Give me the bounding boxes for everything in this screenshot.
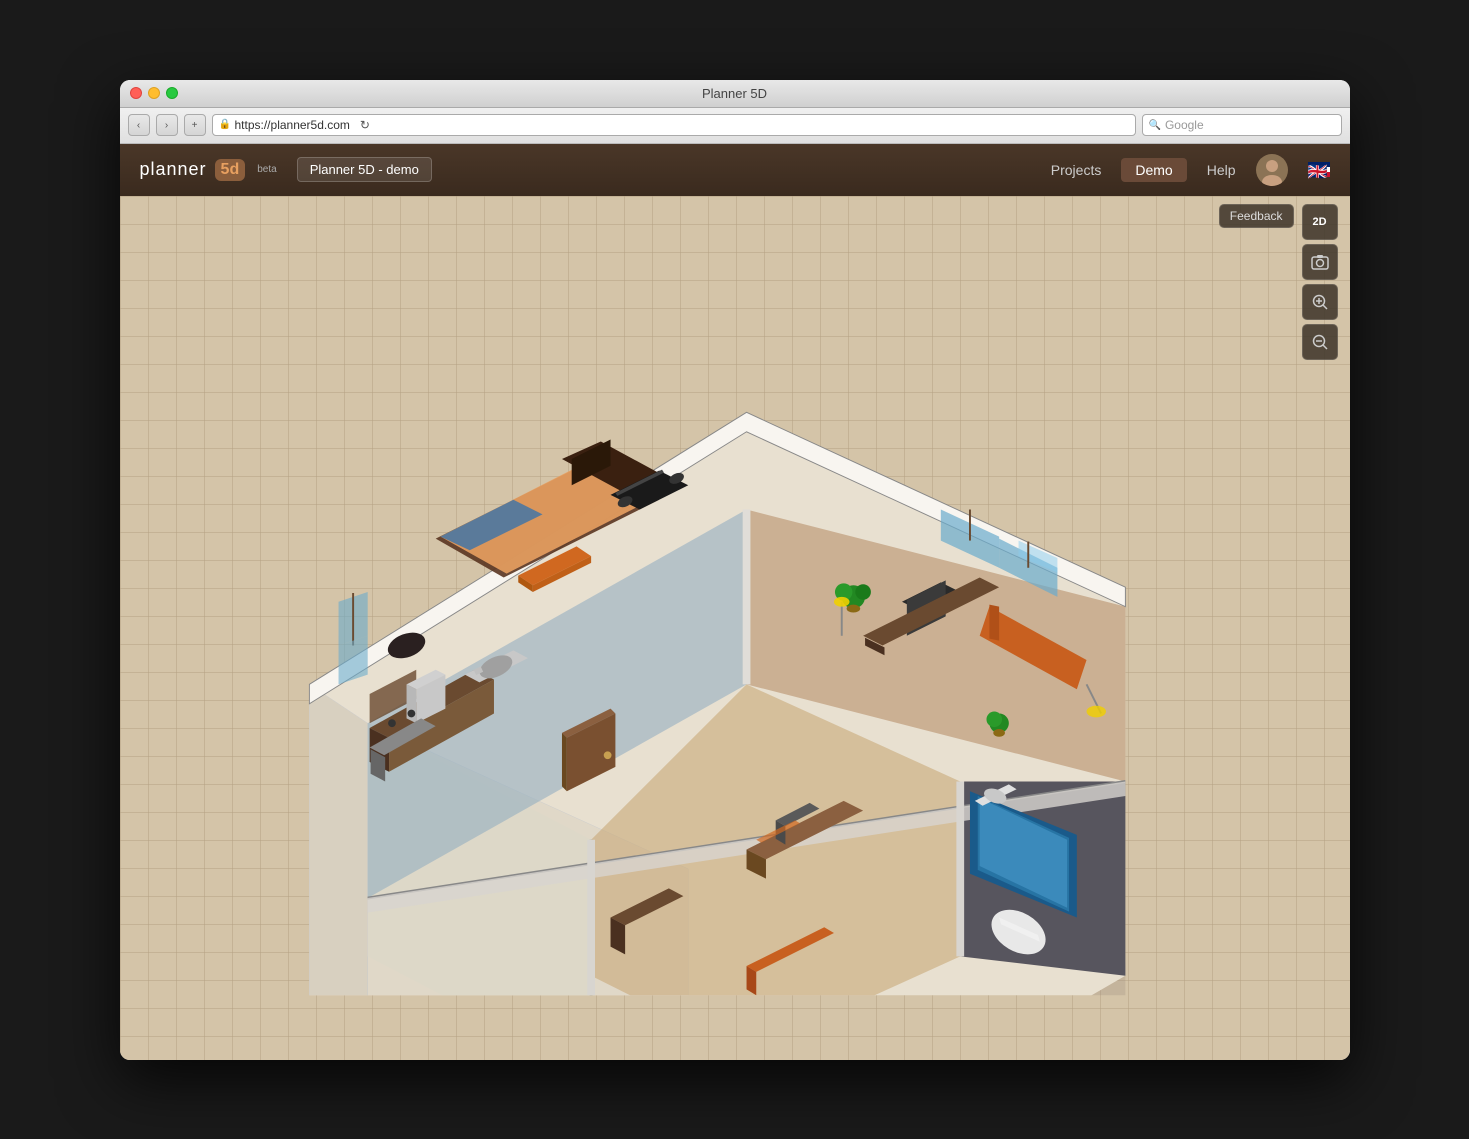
app-header: planner 5d beta Planner 5D - demo Projec…	[120, 144, 1350, 196]
maximize-button[interactable]	[166, 87, 178, 99]
language-flag[interactable]: 🇬🇧	[1308, 162, 1330, 177]
search-placeholder: Google	[1165, 118, 1204, 132]
main-content: Feedback 2D	[120, 196, 1350, 1060]
avatar[interactable]	[1256, 154, 1288, 186]
back-button[interactable]: ‹	[128, 114, 150, 136]
new-tab-button[interactable]: +	[184, 114, 206, 136]
right-toolbar: 2D	[1302, 204, 1338, 360]
header-nav: Projects Demo Help 🇬🇧	[1051, 154, 1330, 186]
window-title: Planner 5D	[702, 86, 767, 101]
zoom-out-button[interactable]	[1302, 324, 1338, 360]
close-button[interactable]	[130, 87, 142, 99]
forward-button[interactable]: ›	[156, 114, 178, 136]
logo-text: planner	[140, 159, 207, 180]
reload-button[interactable]: ↻	[356, 116, 374, 134]
feedback-button[interactable]: Feedback	[1219, 204, 1294, 228]
nav-help[interactable]: Help	[1207, 162, 1236, 178]
zoom-in-button[interactable]	[1302, 284, 1338, 320]
url-bar[interactable]: 🔒 https://planner5d.com ↻	[212, 114, 1136, 136]
screenshot-button[interactable]	[1302, 244, 1338, 280]
minimize-button[interactable]	[148, 87, 160, 99]
search-bar[interactable]: 🔍 Google	[1142, 114, 1342, 136]
title-bar: Planner 5D	[120, 80, 1350, 108]
beta-label: beta	[257, 164, 276, 175]
nav-projects[interactable]: Projects	[1051, 162, 1102, 178]
floor-plan	[277, 315, 1157, 995]
lock-icon: 🔒	[219, 119, 231, 131]
url-text: https://planner5d.com	[235, 118, 350, 132]
2d-view-button[interactable]: 2D	[1302, 204, 1338, 240]
browser-window: Planner 5D ‹ › + 🔒 https://planner5d.com…	[120, 80, 1350, 1060]
logo-badge: 5d	[215, 159, 246, 181]
logo-area: planner 5d beta	[140, 159, 277, 181]
project-name[interactable]: Planner 5D - demo	[297, 157, 432, 182]
logo-5d: 5d	[221, 161, 240, 179]
browser-chrome: ‹ › + 🔒 https://planner5d.com ↻ 🔍 Google	[120, 108, 1350, 144]
search-icon: 🔍	[1149, 120, 1161, 131]
traffic-lights	[130, 87, 178, 99]
nav-demo[interactable]: Demo	[1121, 158, 1186, 182]
